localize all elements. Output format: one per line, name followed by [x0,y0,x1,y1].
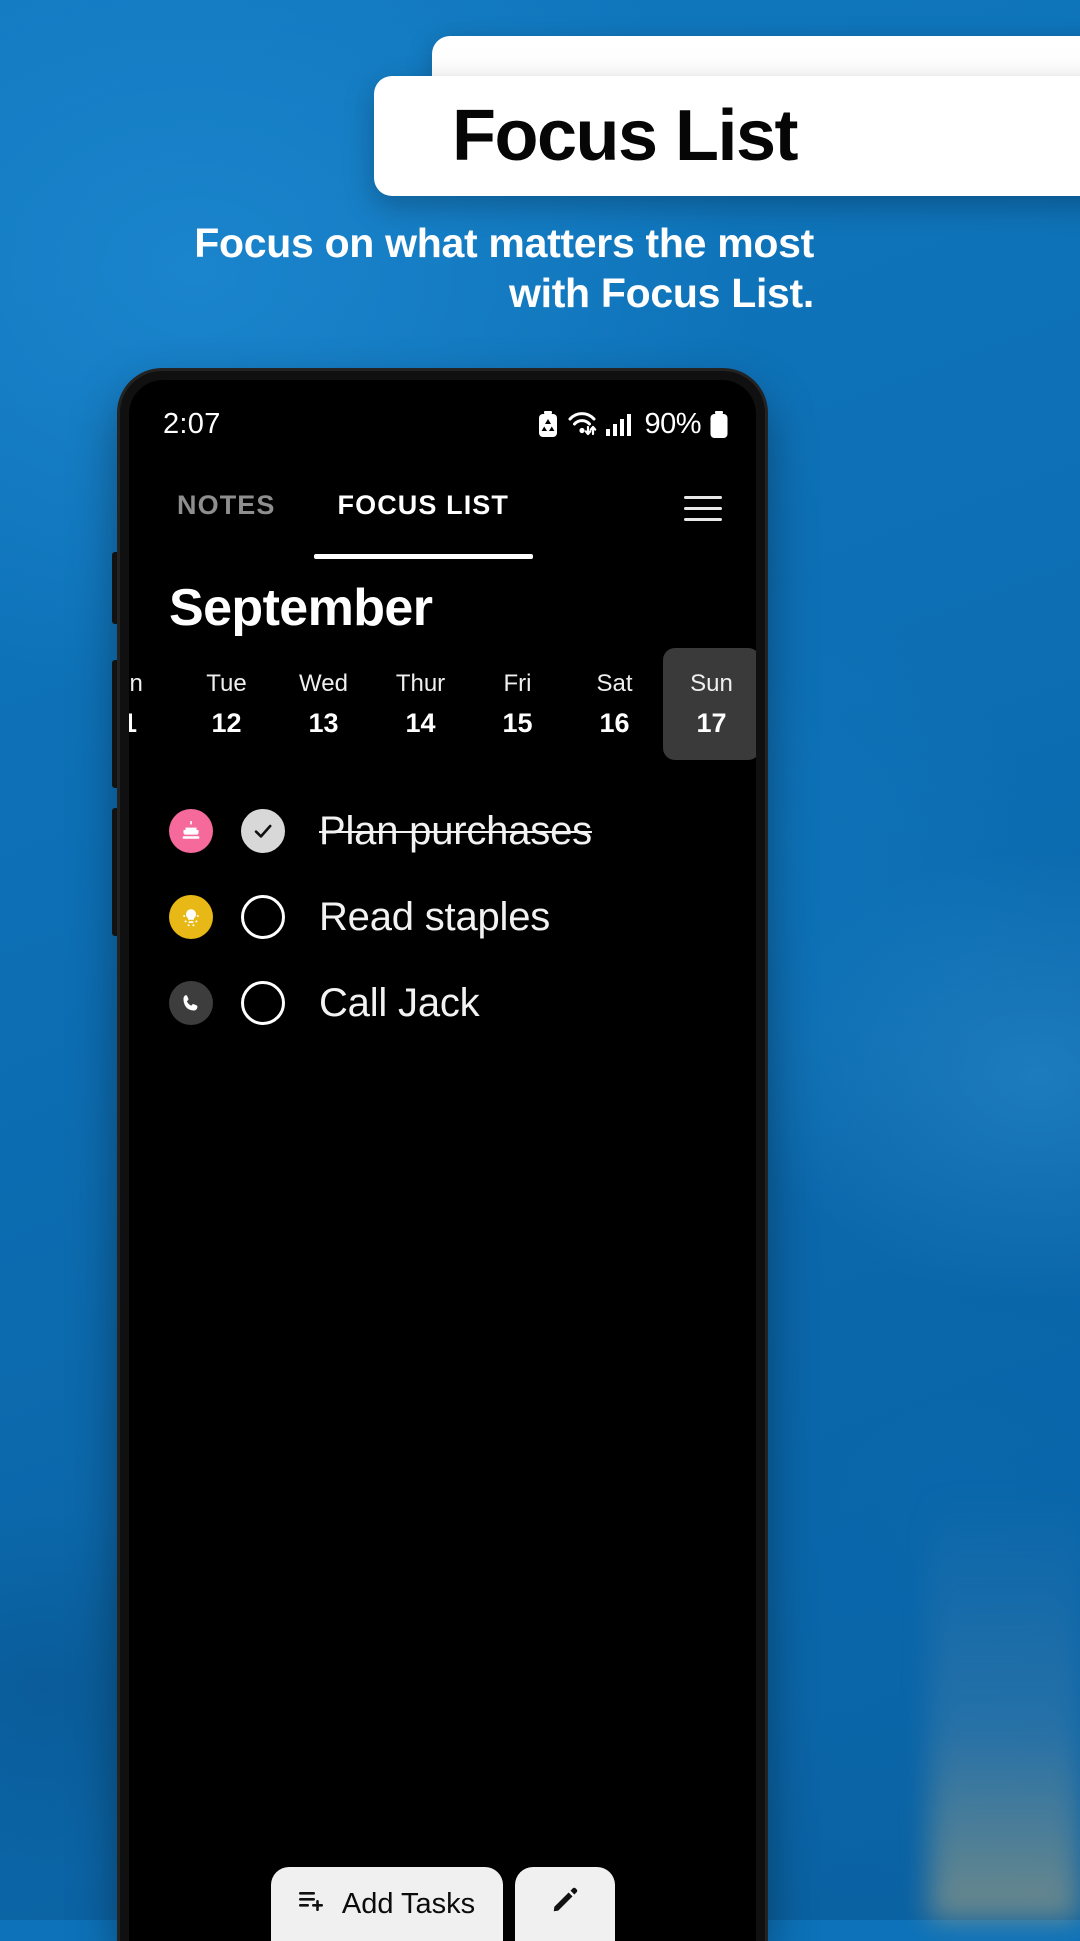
task-row[interactable]: Read staples [129,874,756,960]
calendar-day-selected[interactable]: Sun 17 [663,648,756,760]
calendar-day-number: 16 [599,707,630,738]
calendar-day[interactable]: on 1 [129,648,178,760]
subheading-line-2: with Focus List. [509,270,814,317]
battery-percent-label: 90% [644,407,701,440]
calendar-day-name: Wed [299,669,348,697]
calendar-day[interactable]: Wed 13 [275,648,372,760]
task-label: Read staples [319,894,551,939]
birthday-cake-icon [169,809,213,853]
calendar-day-name: Sat [596,669,633,697]
task-row[interactable]: Plan purchases [129,788,756,874]
battery-icon [710,410,728,438]
add-tasks-button[interactable]: Add Tasks [270,1867,503,1941]
tab-notes[interactable]: NOTES [167,482,286,521]
battery-saver-icon [538,411,558,437]
task-label: Plan purchases [319,808,592,853]
calendar-day-number: 14 [405,707,436,738]
signal-bars-icon [606,412,632,436]
calendar-day[interactable]: Sat 16 [566,648,663,760]
phone-icon [169,981,213,1025]
edit-button[interactable] [514,1867,615,1941]
calendar-day-name: Thur [395,669,446,697]
calendar-day-number: 1 [129,707,138,738]
task-row[interactable]: Call Jack [129,960,756,1046]
phone-mockup: 2:07 90% NOTES FOCUS LIST September n 1 … [120,371,765,1941]
task-list: Plan purchases Read staples Call Jack [129,788,756,1046]
status-clock: 2:07 [163,407,221,440]
page-title: Focus List [452,96,799,176]
title-card: Focus List [374,76,1080,196]
calendar-day-name: on [129,669,143,697]
task-checkbox-checked[interactable] [241,809,285,853]
task-checkbox[interactable] [241,981,285,1025]
status-bar: 2:07 90% [129,398,756,450]
pencil-icon [550,1885,580,1923]
lightbulb-icon [169,895,213,939]
tab-focus-list[interactable]: FOCUS LIST [313,482,534,559]
list-plus-icon [298,1887,326,1921]
hamburger-menu-icon[interactable] [684,482,732,530]
calendar-day-name: Tue [206,669,247,697]
calendar-day-number: 13 [308,707,339,738]
month-title: September [169,579,433,637]
task-checkbox[interactable] [241,895,285,939]
calendar-day-number: 15 [502,707,533,738]
status-icons: 90% [538,408,728,441]
tab-bar: NOTES FOCUS LIST [129,468,756,560]
calendar-day-name: Sun [690,669,733,697]
subheading-line-1: Focus on what matters the most [194,220,814,266]
calendar-day-number: 17 [696,707,727,738]
wifi-icon [567,411,597,437]
calendar-day[interactable]: Fri 15 [469,648,566,760]
tab-active-indicator [313,554,534,559]
task-label: Call Jack [319,980,480,1025]
calendar-day-name: Fri [503,669,532,697]
calendar-day-number: 12 [211,707,242,738]
calendar-day[interactable]: Tue 12 [178,648,275,760]
phone-screen: 2:07 90% NOTES FOCUS LIST September n 1 … [129,380,756,1941]
calendar-strip[interactable]: on 1 Tue 12 Wed 13 Thur 14 Fri 15 Sat 16 [129,648,756,760]
calendar-day[interactable]: Thur 14 [372,648,469,760]
background-glow [930,1490,1080,1920]
bottom-action-bar: Add Tasks [129,1857,756,1941]
tab-focus-list-label: FOCUS LIST [337,490,510,520]
promo-subheading: Focus on what matters the most with Focu… [112,218,814,318]
add-tasks-label: Add Tasks [341,1887,476,1920]
